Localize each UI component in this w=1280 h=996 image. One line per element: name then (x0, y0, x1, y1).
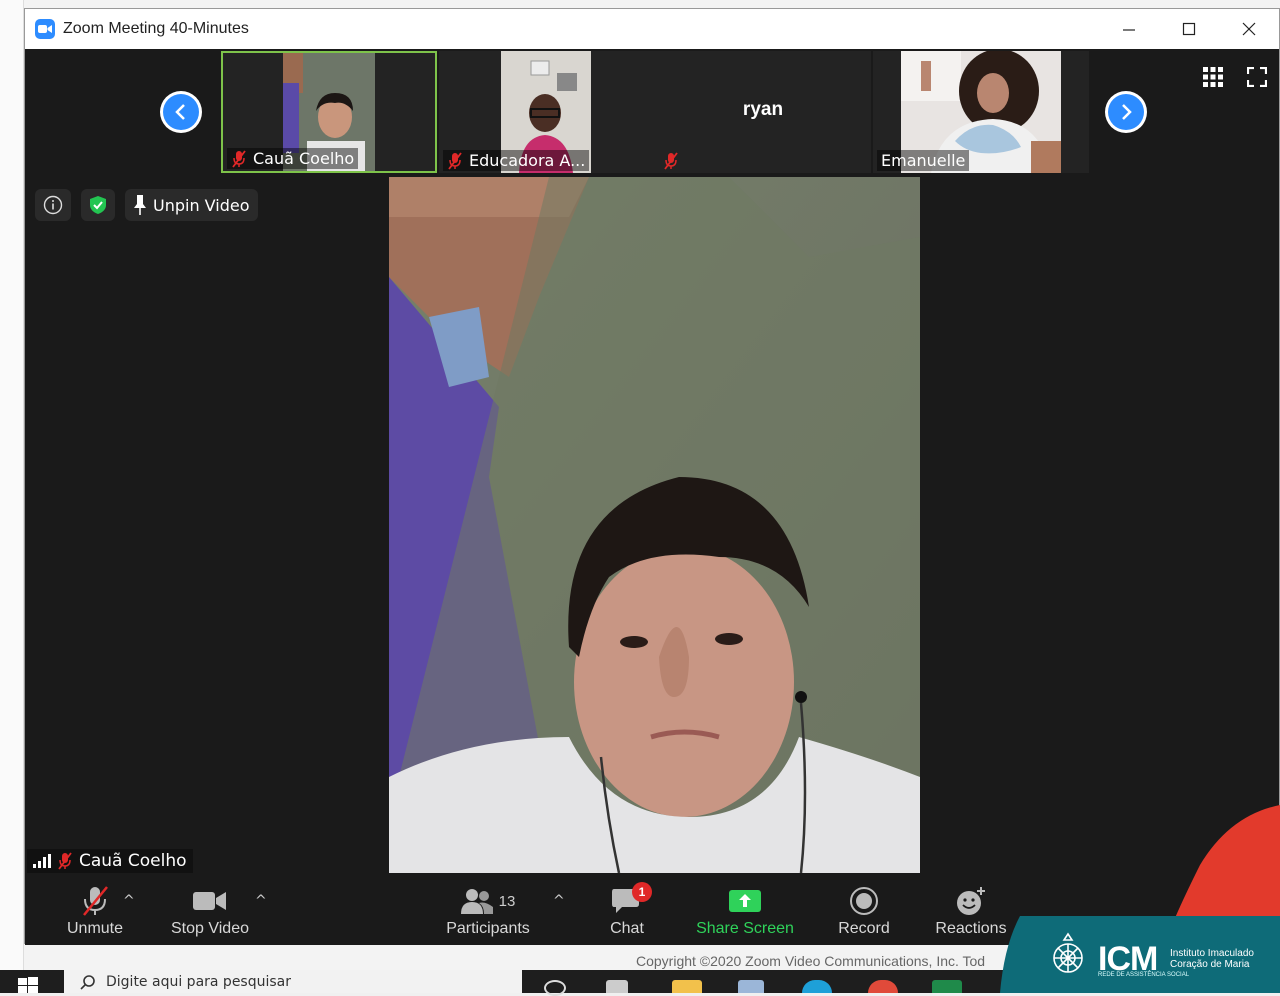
cortana-icon[interactable] (544, 980, 566, 996)
icm-name-line1: Instituto Imaculado (1170, 948, 1254, 959)
participant-label (659, 151, 683, 171)
chat-button[interactable]: 1 Chat (597, 877, 657, 945)
search-icon (80, 974, 95, 990)
view-controls (1203, 67, 1267, 87)
unmute-button[interactable]: Unmute (55, 877, 135, 945)
participants-label: Participants (446, 920, 530, 937)
maximize-icon (1182, 22, 1196, 36)
unpin-video-button[interactable]: Unpin Video (125, 189, 258, 221)
windows-start-icon[interactable] (18, 976, 38, 993)
record-button[interactable]: Record (831, 877, 897, 945)
muted-mic-icon (58, 852, 72, 870)
title-bar: Zoom Meeting 40-Minutes (25, 9, 1279, 49)
chevron-right-icon (1122, 104, 1132, 120)
muted-mic-icon (448, 151, 462, 170)
meeting-info-button[interactable] (35, 189, 71, 221)
share-screen-label: Share Screen (696, 920, 794, 937)
participant-thumbnail[interactable]: Emanuelle (873, 51, 1089, 173)
chat-unread-badge: 1 (632, 882, 652, 902)
participant-thumbnail[interactable]: Cauã Coelho (221, 51, 437, 173)
chat-label: Chat (610, 920, 644, 937)
participant-thumbnail[interactable]: ryan (655, 51, 871, 173)
participant-label: Cauã Coelho (227, 148, 359, 169)
calculator-icon[interactable] (738, 980, 764, 993)
icm-tagline: REDE DE ASSISTÊNCIA SOCIAL (1098, 972, 1190, 978)
unmute-label: Unmute (66, 920, 124, 937)
participants-button[interactable]: 13 Participants (443, 877, 533, 945)
close-button[interactable] (1219, 9, 1279, 49)
participant-label: Educadora A... (443, 150, 590, 171)
window-controls (1099, 9, 1279, 49)
taskbar-search-input[interactable]: Digite aqui para pesquisar (64, 970, 522, 993)
participants-icon (460, 889, 493, 914)
pin-icon (134, 195, 146, 215)
signal-strength-icon (33, 854, 51, 868)
minimize-icon (1123, 29, 1135, 31)
search-placeholder: Digite aqui para pesquisar (106, 973, 292, 990)
file-explorer-icon[interactable] (672, 980, 702, 993)
unpin-video-label: Unpin Video (153, 195, 250, 215)
shield-check-icon (90, 196, 106, 214)
next-page-button[interactable] (1105, 91, 1147, 133)
window-title: Zoom Meeting 40-Minutes (63, 20, 249, 37)
active-speaker-name: Cauã Coelho (79, 851, 187, 871)
edge-browser-icon[interactable] (802, 980, 832, 993)
copyright-text: Copyright ©2020 Zoom Video Communication… (636, 953, 986, 969)
participant-name: Emanuelle (881, 151, 966, 170)
reactions-icon (957, 887, 985, 915)
active-speaker-label: Cauã Coelho (27, 849, 193, 873)
video-camera-icon (193, 892, 226, 910)
gallery-view-icon[interactable] (1203, 67, 1223, 87)
icm-name-line2: Coração de Maria (1170, 959, 1250, 970)
zoom-logo-icon (35, 19, 55, 39)
stop-video-button[interactable]: Stop Video (165, 877, 255, 945)
zoom-window: Zoom Meeting 40-Minutes Cauã Coelho Educ… (24, 8, 1280, 945)
active-speaker-video (389, 177, 920, 873)
close-icon (1242, 22, 1256, 36)
icm-institution-name: Instituto Imaculado Coração de Maria (1170, 948, 1254, 970)
record-icon (850, 887, 878, 915)
reactions-button[interactable]: Reactions (931, 877, 1011, 945)
encryption-button[interactable] (81, 189, 115, 221)
fullscreen-icon[interactable] (1247, 67, 1267, 87)
excel-icon[interactable] (932, 980, 962, 993)
audio-options-caret[interactable]: ^ (123, 893, 135, 909)
muted-microphone-icon (83, 886, 108, 916)
participant-label: Emanuelle (877, 150, 970, 171)
maximize-button[interactable] (1159, 9, 1219, 49)
share-screen-button[interactable]: Share Screen (695, 877, 795, 945)
info-icon (43, 195, 63, 215)
participant-thumbnail[interactable]: Educadora A... (439, 51, 655, 173)
share-screen-icon (729, 890, 761, 912)
muted-mic-icon (664, 152, 678, 170)
minimize-button[interactable] (1099, 9, 1159, 49)
background-window-edge (0, 0, 24, 970)
participant-name: ryan (742, 99, 784, 120)
participants-count: 13 (498, 892, 516, 910)
task-view-icon[interactable] (606, 980, 628, 993)
icm-emblem-icon (1053, 932, 1083, 973)
participants-options-caret[interactable]: ^ (553, 893, 565, 909)
chevron-left-icon (175, 104, 185, 120)
thumbnail-strip: Cauã Coelho Educadora A... ryan Emanuell… (25, 49, 1279, 177)
stop-video-label: Stop Video (171, 920, 249, 937)
speaker-video-feed (389, 177, 920, 873)
video-options-caret[interactable]: ^ (255, 893, 267, 909)
participant-name: Cauã Coelho (253, 149, 355, 168)
participant-name: Educadora A... (469, 151, 586, 170)
chrome-browser-icon[interactable] (868, 980, 898, 993)
muted-mic-icon (232, 149, 246, 168)
reactions-label: Reactions (935, 920, 1007, 937)
previous-page-button[interactable] (160, 91, 202, 133)
record-label: Record (838, 920, 890, 937)
meeting-info-bar: Unpin Video (35, 189, 258, 221)
